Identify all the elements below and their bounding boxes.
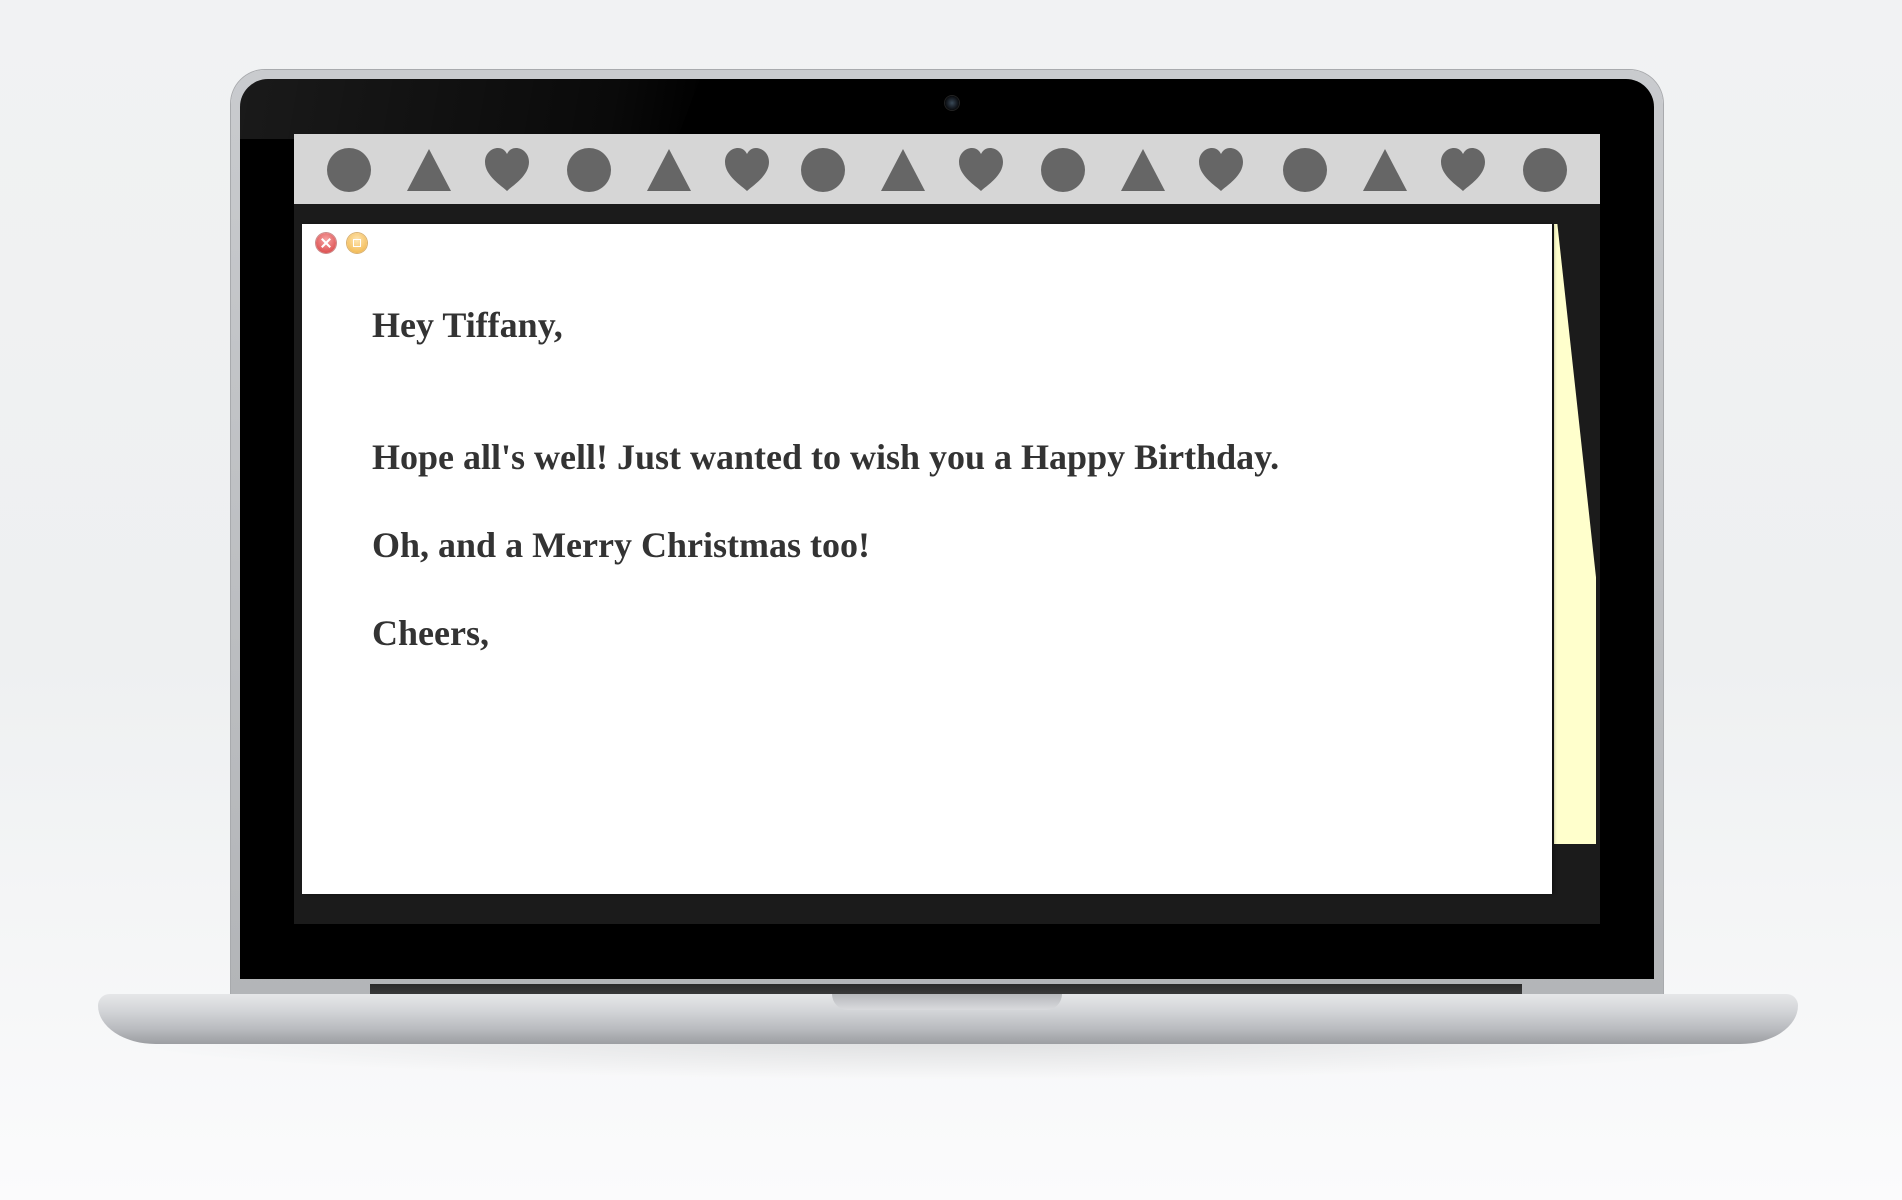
heart-icon[interactable] [484, 147, 530, 193]
laptop-shadow [110, 1040, 1792, 1080]
laptop-screen: Hey Tiffany, Hope all's well! Just wante… [294, 134, 1600, 924]
circle-icon[interactable] [1522, 147, 1568, 193]
camera-icon [945, 96, 959, 110]
circle-icon[interactable] [326, 147, 372, 193]
note-line-christmas: Oh, and a Merry Christmas too! [372, 525, 870, 565]
heart-icon[interactable] [724, 147, 770, 193]
circle-icon[interactable] [1040, 147, 1086, 193]
stacked-note-edge [1554, 224, 1596, 844]
bezel-glare [240, 79, 700, 139]
close-icon[interactable] [316, 233, 336, 253]
note-window: Hey Tiffany, Hope all's well! Just wante… [302, 224, 1552, 894]
heart-icon[interactable] [1440, 147, 1486, 193]
triangle-icon[interactable] [406, 147, 452, 193]
triangle-icon[interactable] [1120, 147, 1166, 193]
circle-icon[interactable] [1282, 147, 1328, 193]
circle-icon[interactable] [800, 147, 846, 193]
note-greeting: Hey Tiffany, [372, 305, 563, 345]
heart-icon[interactable] [958, 147, 1004, 193]
triangle-icon[interactable] [646, 147, 692, 193]
note-closing: Cheers, [372, 613, 489, 653]
circle-icon[interactable] [566, 147, 612, 193]
minimize-icon[interactable] [347, 233, 367, 253]
triangle-icon[interactable] [1362, 147, 1408, 193]
shape-toolbar [294, 134, 1600, 204]
note-line-birthday: Hope all's well! Just wanted to wish you… [372, 437, 1280, 477]
triangle-icon[interactable] [880, 147, 926, 193]
laptop-opening-notch [832, 994, 1062, 1010]
heart-icon[interactable] [1198, 147, 1244, 193]
